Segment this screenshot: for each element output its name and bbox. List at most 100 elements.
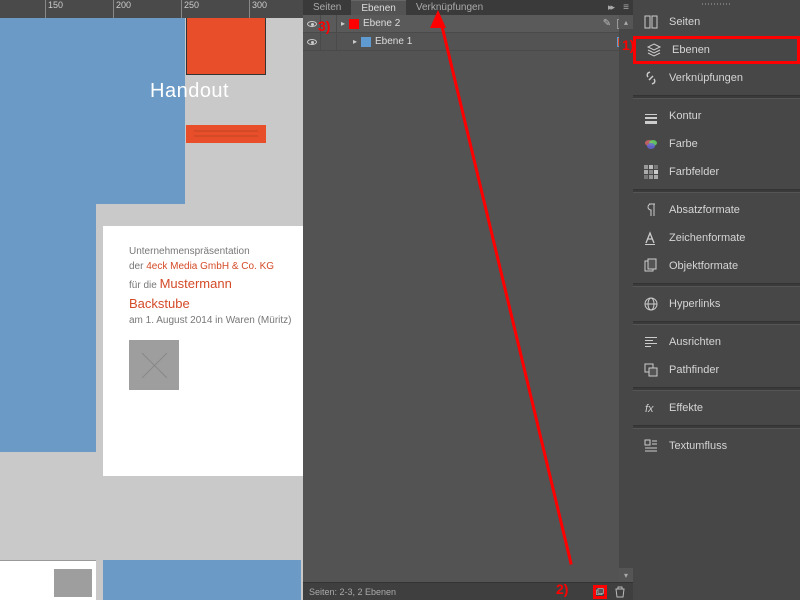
disclosure-triangle[interactable]: ▸ xyxy=(337,19,349,28)
panel-item-label: Pathfinder xyxy=(669,364,719,376)
annotation-label-2: 2) xyxy=(556,581,568,597)
panel-scrollbar[interactable]: ▴ ▾ xyxy=(619,15,633,582)
annotation-label-3: 3) xyxy=(318,18,330,34)
ruler-mark: 250 xyxy=(181,0,199,18)
panel-item-label: Verknüpfungen xyxy=(669,72,743,84)
panel-item-seiten[interactable]: Seiten xyxy=(633,8,800,36)
layer-list: ▸ Ebene 2 ✎ ▸ Ebene 1 xyxy=(303,15,633,51)
panel-item-pathfinder[interactable]: Pathfinder xyxy=(633,356,800,384)
pres-line1: Unternehmenspräsentation xyxy=(129,244,293,259)
scroll-up-arrow[interactable]: ▴ xyxy=(619,15,633,29)
tab-ebenen[interactable]: Ebenen xyxy=(351,0,405,15)
layer-color-swatch xyxy=(349,19,359,29)
page-bottom-right[interactable] xyxy=(103,560,301,600)
document-canvas[interactable]: Handout Unternehmenspräsentation der 4ec… xyxy=(0,18,303,600)
page-spread-right[interactable]: Unternehmenspräsentation der 4eck Media … xyxy=(103,226,303,476)
panel-menu-icon[interactable]: ≡ xyxy=(619,2,633,13)
panel-item-label: Effekte xyxy=(669,402,703,414)
page-bottom-left[interactable] xyxy=(0,560,96,600)
panel-divider xyxy=(633,283,800,287)
panel-divider xyxy=(633,321,800,325)
ruler-mark: 150 xyxy=(45,0,63,18)
panel-footer: Seiten: 2-3, 2 Ebenen xyxy=(303,582,633,600)
visibility-toggle[interactable] xyxy=(303,33,321,50)
panel-collapse-icon[interactable]: ▸▸ xyxy=(608,2,619,13)
verknupf-icon xyxy=(643,70,659,86)
panel-item-farbe[interactable]: Farbe xyxy=(633,130,800,158)
ebenen-icon xyxy=(646,42,662,58)
layer-name-label[interactable]: Ebene 1 xyxy=(375,36,617,47)
panel-item-label: Ausrichten xyxy=(669,336,721,348)
pen-icon: ✎ xyxy=(597,18,617,29)
layer-row[interactable]: ▸ Ebene 1 xyxy=(303,33,633,51)
panel-item-label: Textumfluss xyxy=(669,440,727,452)
absatz-icon xyxy=(643,202,659,218)
panel-item-label: Objektformate xyxy=(669,260,738,272)
panel-item-absatz[interactable]: Absatzformate xyxy=(633,196,800,224)
panel-divider xyxy=(633,189,800,193)
eye-icon xyxy=(307,21,317,27)
panel-item-kontur[interactable]: Kontur xyxy=(633,102,800,130)
pres-line4: am 1. August 2014 in Waren (Müritz) xyxy=(129,313,293,328)
layers-panel: Seiten Ebenen Verknüpfungen ▸▸ ≡ ▸ Ebene… xyxy=(303,0,633,600)
image-placeholder[interactable] xyxy=(129,340,179,390)
panel-item-label: Zeichenformate xyxy=(669,232,745,244)
bottom-page-area xyxy=(0,540,303,600)
panel-drag-handle[interactable] xyxy=(633,0,800,8)
tab-verknupfungen[interactable]: Verknüpfungen xyxy=(406,0,493,15)
delete-layer-button[interactable] xyxy=(613,585,627,599)
layer-color-swatch xyxy=(361,37,371,47)
panel-tab-bar: Seiten Ebenen Verknüpfungen ▸▸ ≡ xyxy=(303,0,633,15)
orange-rectangle[interactable] xyxy=(186,18,266,75)
panel-item-verknupf[interactable]: Verknüpfungen xyxy=(633,64,800,92)
eye-icon xyxy=(307,39,317,45)
farbe-icon xyxy=(643,136,659,152)
panel-divider xyxy=(633,387,800,391)
pathfinder-icon xyxy=(643,362,659,378)
panel-dock: Seiten Ebenen Verknüpfungen Kontur Farbe Farb… xyxy=(633,0,800,600)
ruler-mark: 300 xyxy=(249,0,267,18)
panel-divider xyxy=(633,95,800,99)
zeichen-icon xyxy=(643,230,659,246)
panel-item-ausrichten[interactable]: Ausrichten xyxy=(633,328,800,356)
pres-line3: für die Mustermann Backstube xyxy=(129,274,293,313)
panel-item-zeichen[interactable]: Zeichenformate xyxy=(633,224,800,252)
panel-item-hyperlinks[interactable]: Hyperlinks xyxy=(633,290,800,318)
pres-line2: der 4eck Media GmbH & Co. KG xyxy=(129,259,293,274)
panel-item-farbfelder[interactable]: Farbfelder xyxy=(633,158,800,186)
seiten-icon xyxy=(643,14,659,30)
panel-item-ebenen[interactable]: Ebenen xyxy=(633,36,800,64)
image-placeholder-small xyxy=(54,569,92,597)
panel-item-label: Farbfelder xyxy=(669,166,719,178)
panel-item-label: Seiten xyxy=(669,16,700,28)
panel-item-label: Farbe xyxy=(669,138,698,150)
handout-heading[interactable]: Handout xyxy=(150,80,229,103)
layer-name-label[interactable]: Ebene 2 xyxy=(363,18,597,29)
page-spread-top[interactable] xyxy=(0,18,185,204)
panel-item-effekte[interactable]: fx Effekte xyxy=(633,394,800,422)
page-spread-left[interactable] xyxy=(0,204,96,452)
tab-seiten[interactable]: Seiten xyxy=(303,0,351,15)
effekte-icon: fx xyxy=(643,400,659,416)
orange-lines-box[interactable] xyxy=(186,125,266,143)
annotation-arrow-head xyxy=(430,10,446,28)
presentation-text-block[interactable]: Unternehmenspräsentation der 4eck Media … xyxy=(129,244,293,328)
footer-status-text: Seiten: 2-3, 2 Ebenen xyxy=(309,587,396,597)
panel-divider xyxy=(633,425,800,429)
new-layer-button[interactable] xyxy=(593,585,607,599)
farbfelder-icon xyxy=(643,164,659,180)
panel-item-label: Hyperlinks xyxy=(669,298,720,310)
scroll-down-arrow[interactable]: ▾ xyxy=(619,568,633,582)
annotation-label-1: 1) xyxy=(622,37,634,53)
ausrichten-icon xyxy=(643,334,659,350)
ruler-mark: 200 xyxy=(113,0,131,18)
horizontal-ruler: 150 200 250 300 350 xyxy=(0,0,303,18)
disclosure-triangle[interactable]: ▸ xyxy=(349,37,361,46)
panel-item-label: Ebenen xyxy=(672,44,710,56)
kontur-icon xyxy=(643,108,659,124)
panel-item-textumfluss[interactable]: Textumfluss xyxy=(633,432,800,460)
lock-toggle[interactable] xyxy=(321,33,337,50)
layer-row[interactable]: ▸ Ebene 2 ✎ xyxy=(303,15,633,33)
svg-text:fx: fx xyxy=(645,403,654,415)
panel-item-objekt[interactable]: Objektformate xyxy=(633,252,800,280)
